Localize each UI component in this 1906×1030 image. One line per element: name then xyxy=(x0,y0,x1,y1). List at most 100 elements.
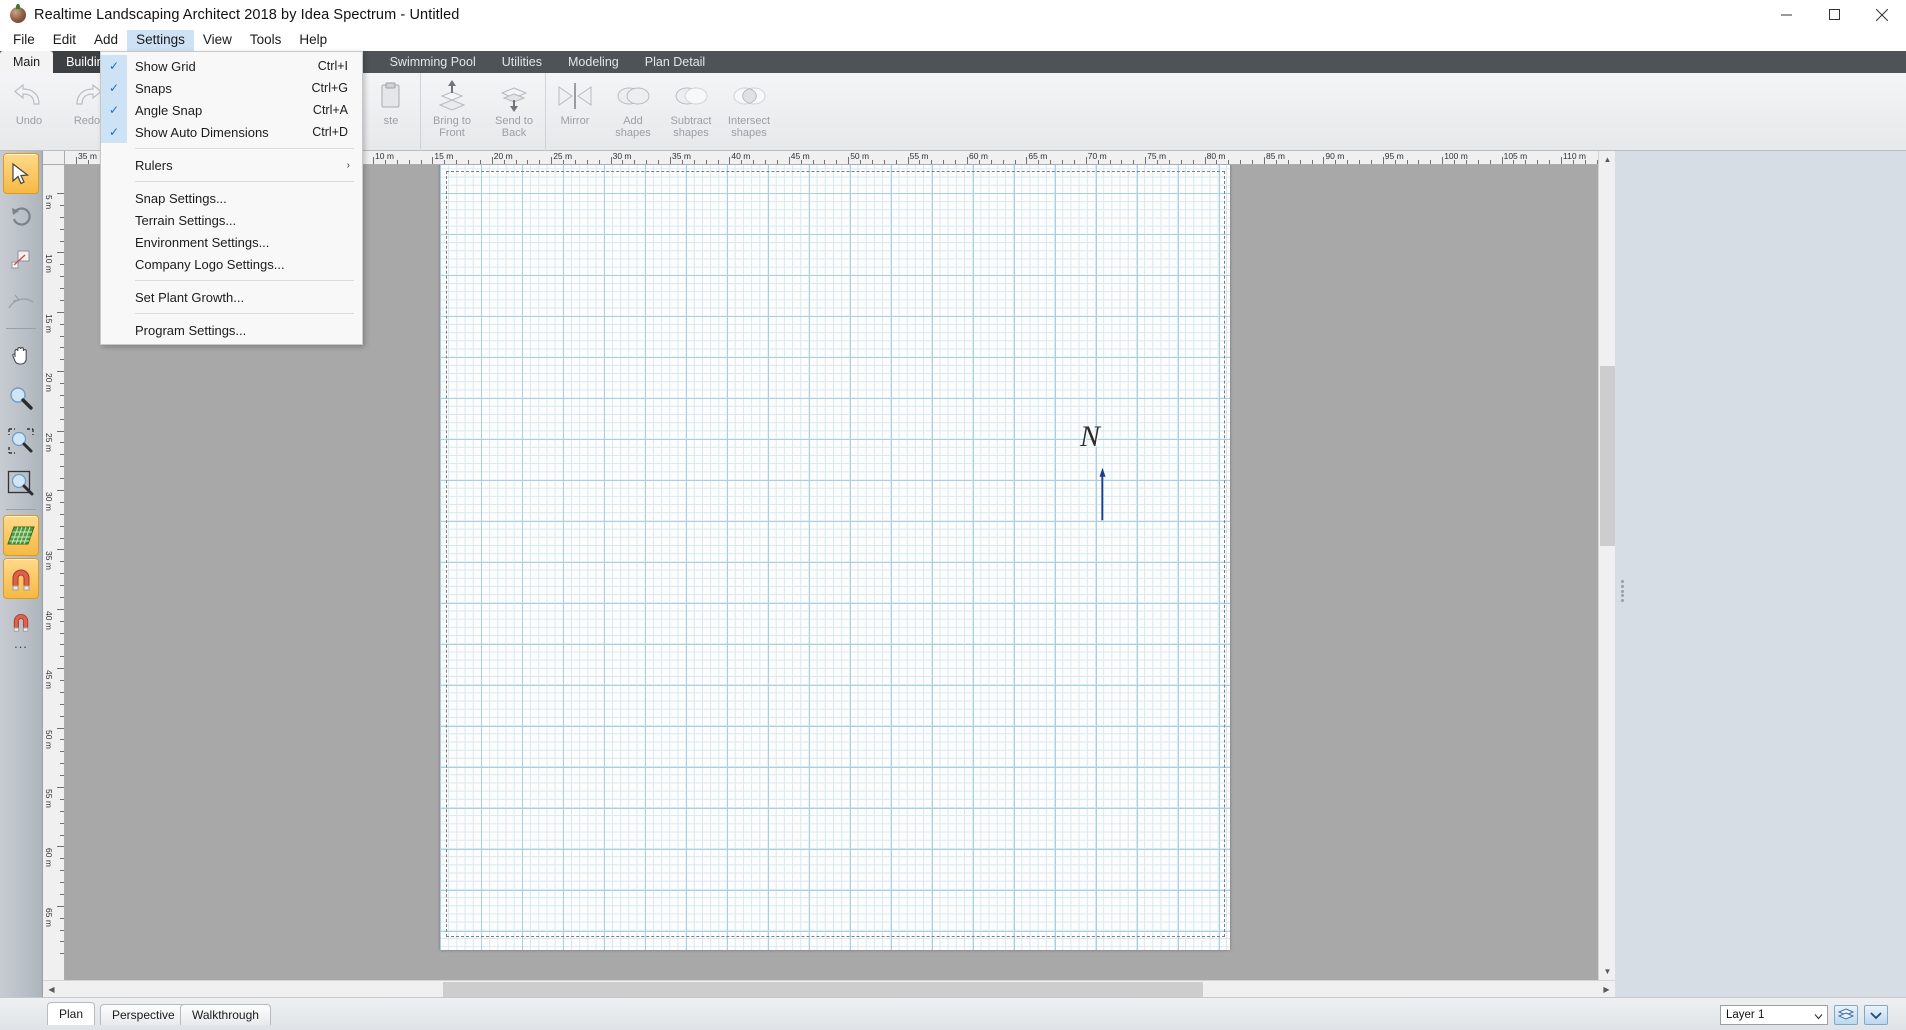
tab-utilities[interactable]: Utilities xyxy=(489,51,555,73)
chevron-down-icon xyxy=(1814,1009,1823,1027)
grid-tool[interactable] xyxy=(3,515,39,556)
ruler-tick xyxy=(1418,160,1420,164)
ruler-tick xyxy=(705,160,707,164)
menu-item-environment-settings[interactable]: Environment Settings... xyxy=(101,231,362,253)
tab-plan-detail[interactable]: Plan Detail xyxy=(632,51,718,73)
ruler-label: 25 m xyxy=(553,151,573,161)
menu-view[interactable]: View xyxy=(194,30,241,51)
plan-sheet[interactable] xyxy=(440,165,1230,950)
settings-dropdown-menu[interactable]: ✓ Show Grid Ctrl+I ✓ Snaps Ctrl+G ✓ Angl… xyxy=(100,51,363,345)
ruler-tick xyxy=(527,160,529,164)
menu-help[interactable]: Help xyxy=(290,30,336,51)
scroll-left-arrow-icon[interactable]: ◀ xyxy=(43,981,60,998)
check-icon: ✓ xyxy=(101,99,127,121)
zoom-tool[interactable] xyxy=(3,377,39,418)
ruler-label: 85 m xyxy=(1266,151,1285,161)
chevron-down-icon xyxy=(1870,1011,1882,1019)
ruler-tick xyxy=(57,311,64,313)
ruler-tick xyxy=(60,323,64,325)
ruler-tick xyxy=(1264,157,1265,164)
ruler-tick xyxy=(456,160,458,164)
menu-item-set-plant-growth[interactable]: Set Plant Growth... xyxy=(101,286,362,308)
maximize-button[interactable] xyxy=(1810,0,1858,29)
layer-select[interactable]: Layer 1 xyxy=(1720,1005,1828,1025)
panel-splitter-handle[interactable] xyxy=(1619,580,1625,602)
ruler-label: 90 m xyxy=(1325,151,1345,161)
ruler-tick xyxy=(60,442,64,444)
horizontal-scrollbar[interactable]: ◀ ▶ xyxy=(43,980,1615,997)
ruler-tick xyxy=(776,160,778,164)
vertical-ruler[interactable]: 5 m 10 m 15 m 20 m 25 m 30 m 35 m 40 m 45 m 50 m 5… xyxy=(43,165,65,980)
send-to-back-button[interactable]: Send to Back xyxy=(483,73,545,145)
ruler-tick xyxy=(57,846,64,848)
menu-tools[interactable]: Tools xyxy=(241,30,291,51)
ruler-tick xyxy=(1537,160,1539,164)
view-tab-perspective[interactable]: Perspective xyxy=(100,1004,187,1025)
minimize-button[interactable] xyxy=(1762,0,1810,29)
menu-item-terrain-settings[interactable]: Terrain Settings... xyxy=(101,209,362,231)
close-button[interactable] xyxy=(1858,0,1906,29)
ruler-tick xyxy=(1073,160,1075,164)
menu-add[interactable]: Add xyxy=(85,30,127,51)
ruler-label: 10 m xyxy=(375,151,394,161)
select-arrow-tool[interactable] xyxy=(3,153,39,194)
ruler-tick xyxy=(60,454,64,456)
paste-icon xyxy=(376,79,406,113)
resize-tool[interactable] xyxy=(3,239,39,280)
subtract-shapes-button[interactable]: Subtract shapes xyxy=(662,73,720,145)
vertical-scroll-thumb[interactable] xyxy=(1600,366,1615,546)
rotate-tool[interactable] xyxy=(3,196,39,237)
mirror-button[interactable]: Mirror xyxy=(546,73,604,145)
tab-modeling[interactable]: Modeling xyxy=(555,51,632,73)
menu-item-rulers[interactable]: Rulers › xyxy=(101,154,362,176)
paste-button[interactable]: ste xyxy=(362,73,420,145)
scroll-up-arrow-icon[interactable]: ▲ xyxy=(1599,151,1616,168)
intersect-shapes-button[interactable]: Intersect shapes xyxy=(720,73,778,145)
tab-main[interactable]: Main xyxy=(0,51,54,73)
horizontal-scroll-thumb[interactable] xyxy=(443,982,1203,997)
menu-file[interactable]: File xyxy=(4,30,44,51)
undo-button[interactable]: Undo xyxy=(0,73,58,145)
ruler-label: 50 m xyxy=(850,151,870,161)
scroll-right-arrow-icon[interactable]: ▶ xyxy=(1598,981,1615,998)
ruler-tick xyxy=(765,160,767,164)
view-tab-walkthrough[interactable]: Walkthrough xyxy=(180,1004,271,1025)
layers-dropdown-button[interactable] xyxy=(1864,1005,1888,1025)
zoom-extents-tool[interactable] xyxy=(3,463,39,504)
ruler-tick xyxy=(60,264,64,266)
menu-item-show-auto-dimensions[interactable]: ✓ Show Auto Dimensions Ctrl+D xyxy=(101,121,362,143)
pan-hand-tool[interactable] xyxy=(3,334,39,375)
tool-separator xyxy=(6,328,36,329)
scroll-down-arrow-icon[interactable]: ▼ xyxy=(1599,963,1616,980)
zoom-window-tool[interactable] xyxy=(3,420,39,461)
tool-overflow-label[interactable]: ... xyxy=(0,636,42,651)
menu-item-set-plant-growth-label: Set Plant Growth... xyxy=(135,289,245,305)
magnet-snap-tool[interactable] xyxy=(3,558,39,599)
ruler-tick xyxy=(1299,160,1301,164)
vertical-scrollbar[interactable]: ▲ ▼ xyxy=(1598,151,1615,980)
ruler-label: 65 m xyxy=(1028,151,1048,161)
menu-settings[interactable]: Settings xyxy=(127,29,194,51)
ruler-tick xyxy=(60,418,64,420)
menu-item-show-grid[interactable]: ✓ Show Grid Ctrl+I xyxy=(101,55,362,77)
send-to-back-icon xyxy=(495,79,533,113)
ruler-tick xyxy=(60,632,64,634)
menu-edit[interactable]: Edit xyxy=(44,30,85,51)
menu-item-snap-settings[interactable]: Snap Settings... xyxy=(101,187,362,209)
ribbon-group-clipboard: ste xyxy=(361,73,420,151)
bring-to-front-icon xyxy=(433,79,471,113)
curve-tool[interactable] xyxy=(3,282,39,323)
menu-item-angle-snap[interactable]: ✓ Angle Snap Ctrl+A xyxy=(101,99,362,121)
menu-item-program-settings[interactable]: Program Settings... xyxy=(101,319,362,341)
menu-item-snaps[interactable]: ✓ Snaps Ctrl+G xyxy=(101,77,362,99)
north-compass[interactable]: N xyxy=(1080,420,1120,535)
menu-item-company-logo-settings[interactable]: Company Logo Settings... xyxy=(101,253,362,275)
menu-item-show-grid-accel: Ctrl+I xyxy=(317,59,348,73)
view-tab-plan[interactable]: Plan xyxy=(47,1002,96,1025)
layers-manager-button[interactable] xyxy=(1834,1005,1858,1025)
add-shapes-button[interactable]: Add shapes xyxy=(604,73,662,145)
ruler-tick xyxy=(60,751,64,753)
ruler-label: 105 m xyxy=(1503,151,1528,161)
tab-swimming-pool[interactable]: Swimming Pool xyxy=(377,51,489,73)
bring-to-front-button[interactable]: Bring to Front xyxy=(421,73,483,145)
